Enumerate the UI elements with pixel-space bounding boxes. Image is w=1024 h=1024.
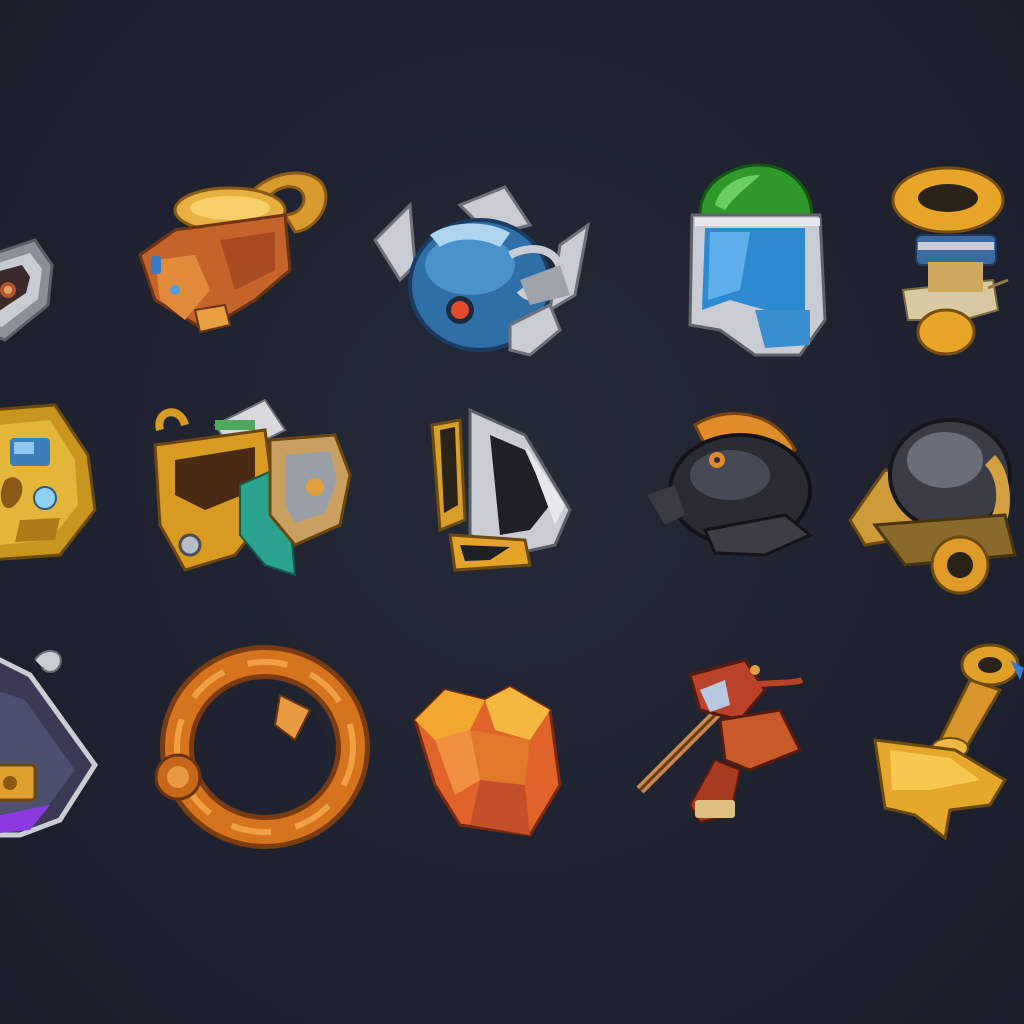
red-crossbow-icon[interactable] <box>630 650 810 830</box>
blue-steel-helmet-icon[interactable] <box>370 185 595 365</box>
golden-gauntlet-icon[interactable] <box>135 160 335 340</box>
ornate-gold-chest-icon[interactable] <box>0 400 100 565</box>
bronze-ring-icon[interactable] <box>150 645 370 849</box>
item-icon-sheet <box>0 0 1024 1024</box>
green-dome-helmet-icon[interactable] <box>680 160 830 365</box>
gold-teal-shoulder-armor-icon[interactable] <box>145 395 355 585</box>
silver-badge-icon[interactable] <box>0 235 60 350</box>
iron-cannon-icon[interactable] <box>845 415 1024 595</box>
steel-boot-icon[interactable] <box>430 405 575 575</box>
purple-shield-icon[interactable] <box>0 645 100 840</box>
orange-crystal-icon[interactable] <box>410 685 565 840</box>
gold-bell-icon[interactable] <box>870 640 1024 841</box>
gold-ring-pedestal-icon[interactable] <box>888 160 1013 360</box>
black-iron-helmet-icon[interactable] <box>645 405 815 560</box>
